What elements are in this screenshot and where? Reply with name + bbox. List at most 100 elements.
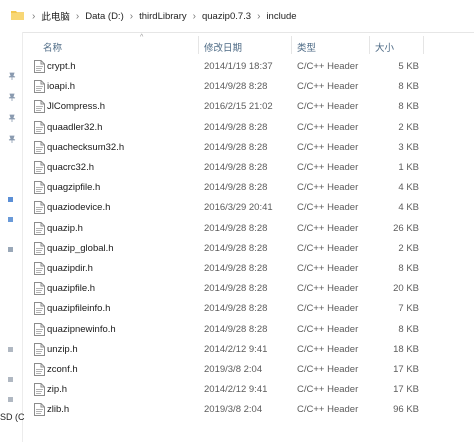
- breadcrumb-thirdlibrary[interactable]: thirdLibrary: [139, 11, 187, 22]
- table-row[interactable]: quazipnewinfo.h 2014/9/28 8:28 C/C++ Heade…: [22, 319, 474, 339]
- table-row[interactable]: unzip.h 2014/2/12 9:41 C/C++ Header 18 KB: [22, 339, 474, 359]
- header-file-icon: [34, 403, 45, 417]
- file-name: quaadler32.h: [47, 121, 103, 133]
- table-row[interactable]: quagzipfile.h 2014/9/28 8:28 C/C++ Header 4…: [22, 177, 474, 197]
- table-row[interactable]: quacrc32.h 2014/9/28 8:28 C/C++ Header 1 KB: [22, 157, 474, 177]
- file-size: 8 KB: [398, 323, 419, 335]
- pin-icon[interactable]: [8, 114, 16, 122]
- file-modified-date: 2014/1/19 18:37: [204, 61, 273, 72]
- breadcrumb-data-drive[interactable]: Data (D:): [85, 11, 124, 22]
- file-size: 8 KB: [398, 81, 419, 93]
- column-name-header[interactable]: 名称: [43, 40, 62, 54]
- file-name: quagzipfile.h: [47, 182, 101, 194]
- column-divider[interactable]: [423, 36, 424, 54]
- chevron-right-icon[interactable]: ›: [193, 11, 196, 22]
- file-modified-date: 2016/2/15 21:02: [204, 101, 273, 113]
- file-type: C/C++ Header: [297, 404, 359, 416]
- file-size: 3 KB: [398, 141, 419, 153]
- file-name: unzip.h: [47, 343, 78, 355]
- header-file-icon: [34, 100, 45, 114]
- header-file-icon: [34, 60, 45, 73]
- breadcrumb-quazip[interactable]: quazip0.7.3: [202, 11, 251, 22]
- file-size: 5 KB: [398, 61, 419, 72]
- file-type: C/C++ Header: [297, 61, 359, 72]
- chevron-right-icon[interactable]: ›: [76, 11, 79, 22]
- header-file-icon: [34, 201, 45, 215]
- navigation-pane[interactable]: [0, 32, 23, 442]
- file-name: zconf.h: [47, 364, 78, 375]
- table-row[interactable]: quazip.h 2014/9/28 8:28 C/C++ Header 26 KB: [22, 218, 474, 238]
- column-divider[interactable]: [198, 36, 199, 54]
- table-row[interactable]: JlCompress.h 2016/2/15 21:02 C/C++ Header 8…: [22, 96, 474, 116]
- file-modified-date: 2014/9/28 8:28: [204, 162, 268, 173]
- column-size-header[interactable]: 大小: [375, 40, 394, 54]
- file-size: 4 KB: [398, 182, 419, 194]
- column-divider[interactable]: [291, 36, 292, 54]
- pin-icon[interactable]: [8, 135, 16, 143]
- nav-item-icon[interactable]: [8, 347, 13, 352]
- file-name: quacrc32.h: [47, 162, 95, 173]
- breadcrumb-this-pc[interactable]: 此电脑: [41, 9, 70, 23]
- nav-item-icon[interactable]: [8, 247, 13, 252]
- file-modified-date: 2016/3/29 20:41: [204, 202, 273, 214]
- nav-item-icon[interactable]: [8, 397, 13, 402]
- file-type: C/C++ Header: [297, 303, 359, 315]
- table-row[interactable]: zconf.h 2019/3/8 2:04 C/C++ Header 17 KB: [22, 359, 474, 379]
- nav-item-icon[interactable]: [8, 197, 13, 202]
- breadcrumb: › 此电脑 › Data (D:) › thirdLibrary › quazi…: [26, 8, 297, 24]
- file-name: quazipfile.h: [47, 283, 96, 295]
- file-type: C/C++ Header: [297, 283, 359, 295]
- table-row[interactable]: quazipfile.h 2014/9/28 8:28 C/C++ Header 20…: [22, 278, 474, 298]
- header-file-icon: [34, 120, 45, 134]
- table-row[interactable]: zlib.h 2019/3/8 2:04 C/C++ Header 96 KB: [22, 399, 474, 419]
- file-size: 8 KB: [398, 101, 419, 113]
- table-row[interactable]: zip.h 2014/2/12 9:41 C/C++ Header 17 KB: [22, 379, 474, 399]
- file-modified-date: 2014/9/28 8:28: [204, 303, 268, 315]
- file-name: quachecksum32.h: [47, 141, 125, 153]
- file-type: C/C++ Header: [297, 141, 359, 153]
- nav-item-drive-label[interactable]: SD (C: [0, 412, 25, 422]
- table-row[interactable]: crypt.h 2014/1/19 18:37 C/C++ Header 5 KB: [22, 56, 474, 76]
- file-type: C/C++ Header: [297, 343, 359, 355]
- pin-icon[interactable]: [8, 72, 16, 80]
- header-file-icon: [34, 80, 45, 94]
- table-row[interactable]: quazipdir.h 2014/9/28 8:28 C/C++ Header 8 K…: [22, 258, 474, 278]
- file-name: zip.h: [47, 384, 68, 396]
- file-type: C/C++ Header: [297, 242, 359, 254]
- file-size: 7 KB: [398, 303, 419, 315]
- nav-item-icon[interactable]: [8, 377, 13, 382]
- file-type: C/C++ Header: [297, 162, 359, 173]
- file-name: crypt.h: [47, 61, 76, 72]
- file-size: 96 KB: [393, 404, 419, 416]
- header-file-icon: [34, 241, 45, 255]
- file-name: quazipfileinfo.h: [47, 303, 111, 315]
- file-type: C/C++ Header: [297, 222, 359, 234]
- table-row[interactable]: quazip_global.h 2014/9/28 8:28 C/C++ Heade…: [22, 238, 474, 258]
- chevron-right-icon[interactable]: ›: [257, 11, 260, 22]
- table-row[interactable]: quazipfileinfo.h 2014/9/28 8:28 C/C++ Head…: [22, 298, 474, 318]
- column-divider[interactable]: [369, 36, 370, 54]
- chevron-right-icon[interactable]: ›: [130, 11, 133, 22]
- file-name: quazip_global.h: [47, 242, 114, 254]
- header-file-icon: [34, 363, 45, 376]
- header-file-icon: [34, 161, 45, 174]
- file-size: 8 KB: [398, 263, 419, 274]
- file-size: 18 KB: [393, 343, 419, 355]
- file-name: zlib.h: [47, 404, 70, 416]
- table-row[interactable]: ioapi.h 2014/9/28 8:28 C/C++ Header 8 KB: [22, 76, 474, 96]
- file-modified-date: 2014/9/28 8:28: [204, 263, 268, 274]
- breadcrumb-include[interactable]: include: [266, 11, 296, 22]
- pin-icon[interactable]: [8, 93, 16, 101]
- table-row[interactable]: quaadler32.h 2014/9/28 8:28 C/C++ Header 2 …: [22, 117, 474, 137]
- table-row[interactable]: quaziodevice.h 2016/3/29 20:41 C/C++ Heade…: [22, 197, 474, 217]
- column-date-header[interactable]: 修改日期: [204, 40, 242, 54]
- folder-icon: [11, 11, 24, 20]
- table-row[interactable]: quachecksum32.h 2014/9/28 8:28 C/C++ Heade…: [22, 137, 474, 157]
- address-bar[interactable]: › 此电脑 › Data (D:) › thirdLibrary › quazi…: [0, 0, 474, 33]
- column-type-header[interactable]: 类型: [297, 40, 316, 54]
- chevron-right-icon[interactable]: ›: [32, 11, 35, 22]
- file-type: C/C++ Header: [297, 364, 359, 375]
- file-type: C/C++ Header: [297, 182, 359, 194]
- file-modified-date: 2019/3/8 2:04: [204, 364, 263, 375]
- nav-item-icon[interactable]: [8, 217, 13, 222]
